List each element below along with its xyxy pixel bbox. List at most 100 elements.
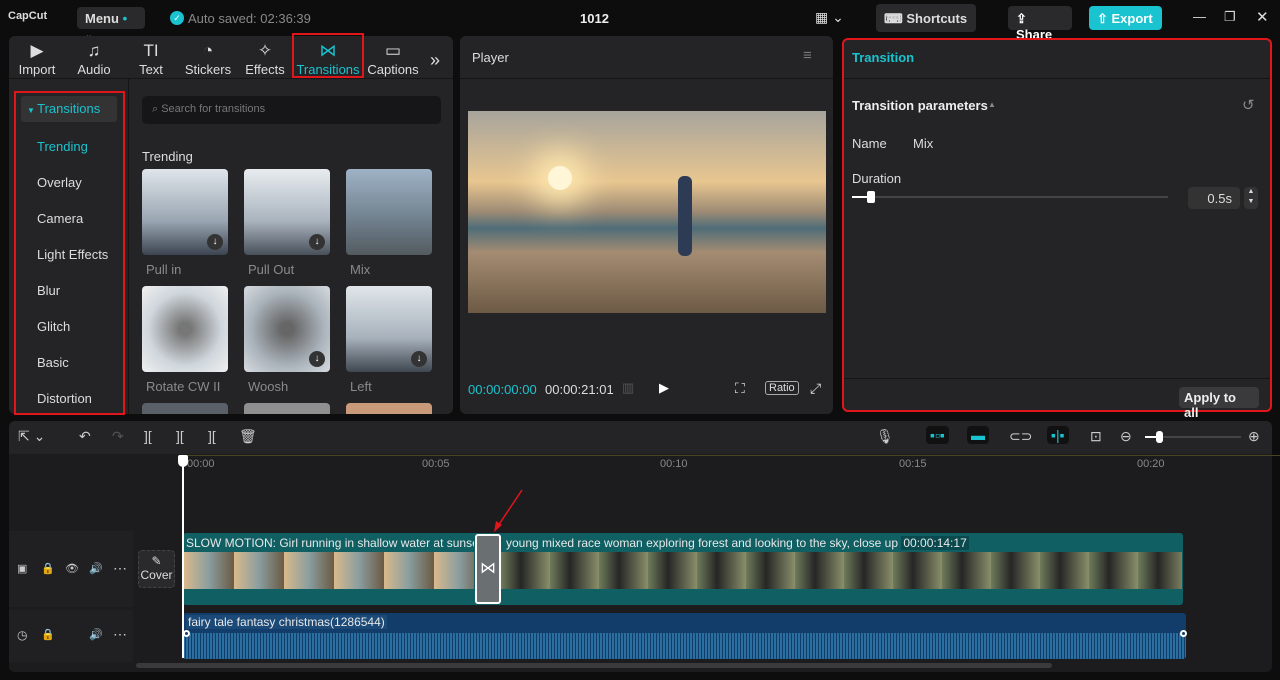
search-input[interactable]: ⌕ Search for transitions xyxy=(142,96,441,124)
split-left-icon[interactable]: ][ xyxy=(176,428,184,444)
timeline-toolbar xyxy=(9,421,1272,454)
sidebar-item-light-effects[interactable]: Light Effects xyxy=(37,247,108,262)
sidebar-item-trending[interactable]: Trending xyxy=(37,139,88,154)
main-track-magnet-icon[interactable]: ▪▫▪ xyxy=(926,426,949,444)
sidebar-item-camera[interactable]: Camera xyxy=(37,211,83,226)
reset-icon[interactable]: ↺ xyxy=(1242,96,1255,114)
shortcuts-button[interactable]: ⌨ Shortcuts xyxy=(876,4,976,32)
duration-label: Duration xyxy=(852,171,902,186)
fade-handle[interactable] xyxy=(1180,630,1187,637)
split-right-icon[interactable]: ][ xyxy=(208,428,216,444)
delete-icon[interactable]: 🗑 xyxy=(239,428,257,445)
mute-icon[interactable]: 🔊 xyxy=(89,562,103,575)
layout-icon[interactable]: ▦ ⌄ xyxy=(815,9,844,26)
export-button[interactable]: ⇧ Export xyxy=(1089,6,1162,30)
sidebar-item-blur[interactable]: Blur xyxy=(37,283,60,298)
playhead[interactable] xyxy=(182,456,184,658)
minimize-icon[interactable]: — xyxy=(1193,9,1206,24)
cover-button[interactable]: ✎ Cover xyxy=(138,550,175,588)
inspector-tab-transition[interactable]: Transition xyxy=(852,50,914,65)
zoom-out-icon[interactable]: ⊖ xyxy=(1120,428,1132,445)
check-icon: ✓ xyxy=(170,11,184,25)
zoom-in-icon[interactable]: ⊕ xyxy=(1248,428,1260,445)
waveform-icon[interactable]: ▥ xyxy=(622,380,634,396)
transition-thumb-pull-out[interactable]: ↓ xyxy=(244,169,330,255)
close-icon[interactable]: ✕ xyxy=(1256,8,1269,26)
video-track-icon: ▣ xyxy=(17,563,28,575)
tick-label: 00:15 xyxy=(899,458,927,470)
horizontal-scrollbar[interactable] xyxy=(136,663,1052,668)
zoom-fit-icon[interactable]: ⊡ xyxy=(1090,428,1102,445)
fade-handle[interactable] xyxy=(183,630,190,637)
mute-icon[interactable]: 🔊 xyxy=(89,628,103,641)
clip1-filmstrip[interactable] xyxy=(184,552,474,589)
video-preview xyxy=(468,111,826,313)
transition-thumb[interactable] xyxy=(244,403,330,414)
zoom-slider[interactable] xyxy=(1145,431,1241,443)
name-label: Name xyxy=(852,136,887,151)
menu-button[interactable]: Menu • ⌄ xyxy=(77,7,145,40)
more-icon[interactable]: ⋯ xyxy=(113,626,127,643)
audio-track-icon: ◷ xyxy=(17,628,28,642)
link-icon[interactable]: ⊂⊃ xyxy=(1009,428,1032,445)
ratio-button[interactable]: Ratio xyxy=(765,381,799,395)
tab-audio[interactable]: ♫ Audio xyxy=(66,40,122,77)
tab-transitions[interactable]: ⋈ Transitions xyxy=(292,33,364,78)
playhead-handle[interactable] xyxy=(178,455,188,467)
redo-icon[interactable]: ↷ xyxy=(112,428,124,445)
split-icon[interactable]: ][ xyxy=(144,428,152,444)
fullscreen-crop-icon[interactable]: ⛶ xyxy=(735,380,745,397)
section-title: Transition parameters xyxy=(852,98,988,113)
tick-label: 00:20 xyxy=(1137,458,1165,470)
duration-input[interactable]: 0.5s xyxy=(1188,187,1240,209)
transition-thumb-mix[interactable] xyxy=(346,169,432,255)
more-icon[interactable]: ⋯ xyxy=(113,560,127,577)
sidebar-item-overlay[interactable]: Overlay xyxy=(37,175,82,190)
clip2-title: young mixed race woman exploring forest … xyxy=(506,536,969,550)
microphone-icon[interactable]: 🎙 xyxy=(876,428,894,445)
tab-stickers[interactable]: ◔ Stickers xyxy=(180,40,236,77)
transition-thumb-woosh[interactable]: ↓ xyxy=(244,286,330,372)
transition-thumb-left[interactable]: ↓ xyxy=(346,286,432,372)
player-title: Player xyxy=(472,50,509,65)
preview-axis-icon[interactable]: ▪|▪ xyxy=(1047,426,1069,444)
apply-to-all-button[interactable]: Apply to all xyxy=(1179,387,1259,420)
tick-label: 00:10 xyxy=(660,458,688,470)
restore-icon[interactable]: ❐ xyxy=(1224,9,1236,25)
current-time: 00:00:00:00 xyxy=(468,382,537,397)
edit-icon: ✎ xyxy=(151,554,162,568)
share-button[interactable]: ⇪ Share xyxy=(1008,6,1072,42)
snap-icon[interactable]: ▬ xyxy=(967,426,989,444)
lock-icon[interactable]: 🔒 xyxy=(41,562,55,575)
lock-icon[interactable]: 🔒 xyxy=(41,628,55,641)
play-button[interactable]: ▶ xyxy=(659,380,669,396)
transition-thumb-pull-in[interactable]: ↓ xyxy=(142,169,228,255)
inspector-panel xyxy=(842,38,1272,412)
transition-marker[interactable]: ⋈ xyxy=(475,534,501,604)
transition-thumb[interactable] xyxy=(346,403,432,414)
tab-effects[interactable]: ✧ Effects xyxy=(237,40,293,77)
undo-icon[interactable]: ↶ xyxy=(79,428,91,445)
duration-stepper[interactable]: ▲ ▼ xyxy=(1244,187,1258,209)
player-menu-icon[interactable]: ≡ xyxy=(803,47,812,64)
tab-import[interactable]: ▶ Import xyxy=(9,40,65,77)
title-bar: CapCut Menu • ⌄ ✓ Auto saved: 02:36:39 1… xyxy=(0,0,1280,42)
expand-icon[interactable]: ⤢ xyxy=(810,380,821,397)
sidebar-item-distortion[interactable]: Distortion xyxy=(37,391,92,406)
sidebar-header-transitions[interactable]: ▼ Transitions xyxy=(21,96,117,122)
sidebar-item-glitch[interactable]: Glitch xyxy=(37,319,70,334)
more-tabs-icon[interactable]: » xyxy=(430,50,440,71)
transition-thumb[interactable] xyxy=(142,403,228,414)
eye-icon[interactable]: 👁 xyxy=(65,562,79,575)
clip2-filmstrip[interactable] xyxy=(501,552,1182,589)
audio-title: fairy tale fantasy christmas(1286544) xyxy=(186,615,387,629)
transition-thumb-rotate-cw-ii[interactable] xyxy=(142,286,228,372)
project-title: 1012 xyxy=(580,11,609,26)
duration-slider[interactable] xyxy=(852,191,1168,203)
collapse-icon[interactable]: ▲ xyxy=(988,100,996,109)
clip1-title: SLOW MOTION: Girl running in shallow wat… xyxy=(186,536,474,550)
tab-captions[interactable]: ▭ Captions xyxy=(365,40,421,77)
sidebar-item-basic[interactable]: Basic xyxy=(37,355,69,370)
tab-text[interactable]: TI Text xyxy=(123,40,179,77)
select-tool-icon[interactable]: ⇱ ⌄ xyxy=(18,428,45,445)
